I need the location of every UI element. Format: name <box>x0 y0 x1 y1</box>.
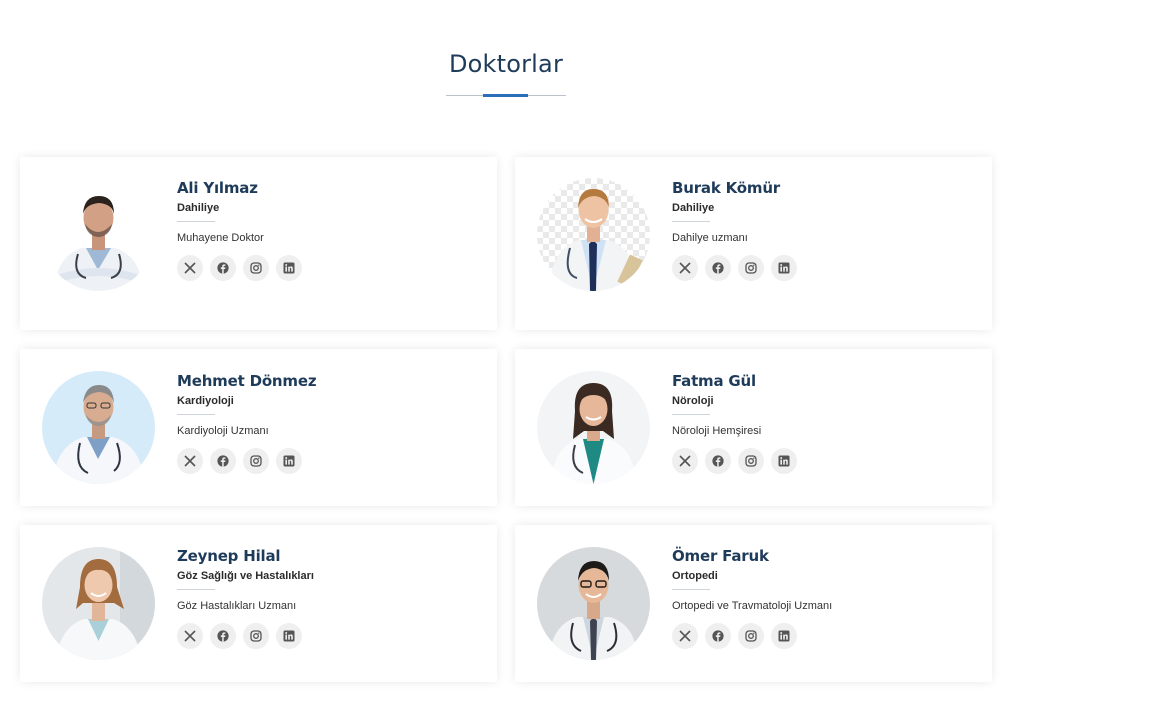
doctor-info: Ömer Faruk Ortopedi Ortopedi ve Travmato… <box>672 546 832 649</box>
x-icon <box>184 630 196 642</box>
doctors-page: Doktorlar Ali Yılmaz Dahiliye Muhayene D… <box>0 0 1154 703</box>
info-divider <box>177 221 215 222</box>
doctor-title: Ortopedi ve Travmatoloji Uzmanı <box>672 600 833 612</box>
facebook-icon <box>217 630 229 642</box>
doctor-department: Dahiliye <box>672 202 715 214</box>
doctor-info: Fatma Gül Nöroloji Nöroloji Hemşiresi <box>672 371 797 474</box>
doctor-department: Nöroloji <box>672 395 714 407</box>
doctor-name: Ali Yılmaz <box>177 179 258 197</box>
doctor-info: Zeynep Hilal Göz Sağlığı ve Hastalıkları… <box>177 546 314 649</box>
facebook-link[interactable] <box>705 255 731 281</box>
doctor-card: Ömer Faruk Ortopedi Ortopedi ve Travmato… <box>515 525 992 682</box>
x-icon <box>679 262 691 274</box>
doctor-title: Dahilye uzmanı <box>672 232 748 244</box>
facebook-icon <box>712 262 724 274</box>
x-icon <box>679 455 691 467</box>
social-links <box>672 255 797 281</box>
doctor-photo <box>537 178 650 291</box>
facebook-link[interactable] <box>210 255 236 281</box>
instagram-icon <box>250 630 262 642</box>
facebook-link[interactable] <box>210 623 236 649</box>
x-link[interactable] <box>672 255 698 281</box>
instagram-icon <box>250 262 262 274</box>
social-links <box>672 448 797 474</box>
social-links <box>177 448 316 474</box>
x-link[interactable] <box>672 623 698 649</box>
info-divider <box>672 221 710 222</box>
linkedin-icon <box>778 262 790 274</box>
doctor-department: Dahiliye <box>177 202 220 214</box>
linkedin-link[interactable] <box>771 448 797 474</box>
x-icon <box>184 262 196 274</box>
instagram-link[interactable] <box>738 623 764 649</box>
doctor-info: Ali Yılmaz Dahiliye Muhayene Doktor <box>177 178 302 281</box>
facebook-link[interactable] <box>705 448 731 474</box>
social-links <box>177 255 302 281</box>
doctor-name: Burak Kömür <box>672 179 781 197</box>
doctor-photo <box>537 547 650 660</box>
facebook-link[interactable] <box>210 448 236 474</box>
x-link[interactable] <box>177 448 203 474</box>
instagram-link[interactable] <box>243 623 269 649</box>
linkedin-link[interactable] <box>276 623 302 649</box>
instagram-icon <box>250 455 262 467</box>
x-icon <box>679 630 691 642</box>
linkedin-link[interactable] <box>276 448 302 474</box>
doctor-info: Mehmet Dönmez Kardiyoloji Kardiyoloji Uz… <box>177 371 317 474</box>
linkedin-link[interactable] <box>276 255 302 281</box>
instagram-icon <box>745 455 757 467</box>
doctor-card: Ali Yılmaz Dahiliye Muhayene Doktor <box>20 157 497 330</box>
linkedin-icon <box>778 630 790 642</box>
instagram-link[interactable] <box>738 448 764 474</box>
doctor-photo <box>537 371 650 484</box>
social-links <box>672 623 832 649</box>
doctor-title: Göz Hastalıkları Uzmanı <box>177 600 297 612</box>
linkedin-link[interactable] <box>771 623 797 649</box>
info-divider <box>672 414 710 415</box>
doctor-department: Göz Sağlığı ve Hastalıkları <box>177 570 314 582</box>
section-title: Doktorlar <box>448 50 564 78</box>
linkedin-icon <box>778 455 790 467</box>
doctor-department: Kardiyoloji <box>177 395 234 407</box>
info-divider <box>672 589 710 590</box>
title-accent-bar <box>483 94 528 97</box>
instagram-link[interactable] <box>738 255 764 281</box>
doctor-title: Muhayene Doktor <box>177 232 264 244</box>
x-icon <box>184 455 196 467</box>
x-link[interactable] <box>177 255 203 281</box>
instagram-link[interactable] <box>243 448 269 474</box>
info-divider <box>177 589 215 590</box>
doctor-card: Fatma Gül Nöroloji Nöroloji Hemşiresi <box>515 349 992 506</box>
doctor-info: Burak Kömür Dahiliye Dahilye uzmanı <box>672 178 797 281</box>
linkedin-icon <box>283 630 295 642</box>
doctor-title: Kardiyoloji Uzmanı <box>177 425 269 437</box>
facebook-icon <box>712 630 724 642</box>
doctor-card: Zeynep Hilal Göz Sağlığı ve Hastalıkları… <box>20 525 497 682</box>
social-links <box>177 623 314 649</box>
linkedin-link[interactable] <box>771 255 797 281</box>
x-link[interactable] <box>672 448 698 474</box>
instagram-link[interactable] <box>243 255 269 281</box>
facebook-link[interactable] <box>705 623 731 649</box>
linkedin-icon <box>283 455 295 467</box>
doctor-department: Ortopedi <box>672 570 718 582</box>
doctor-card: Burak Kömür Dahiliye Dahilye uzmanı <box>515 157 992 330</box>
info-divider <box>177 414 215 415</box>
facebook-icon <box>217 262 229 274</box>
doctor-name: Mehmet Dönmez <box>177 372 317 390</box>
linkedin-icon <box>283 262 295 274</box>
doctor-photo <box>42 547 155 660</box>
doctor-photo <box>42 178 155 291</box>
facebook-icon <box>217 455 229 467</box>
doctor-card: Mehmet Dönmez Kardiyoloji Kardiyoloji Uz… <box>20 349 497 506</box>
instagram-icon <box>745 630 757 642</box>
doctor-name: Fatma Gül <box>672 372 756 390</box>
doctor-name: Ömer Faruk <box>672 547 769 565</box>
x-link[interactable] <box>177 623 203 649</box>
doctor-title: Nöroloji Hemşiresi <box>672 425 762 437</box>
instagram-icon <box>745 262 757 274</box>
doctor-name: Zeynep Hilal <box>177 547 281 565</box>
facebook-icon <box>712 455 724 467</box>
doctor-photo <box>42 371 155 484</box>
